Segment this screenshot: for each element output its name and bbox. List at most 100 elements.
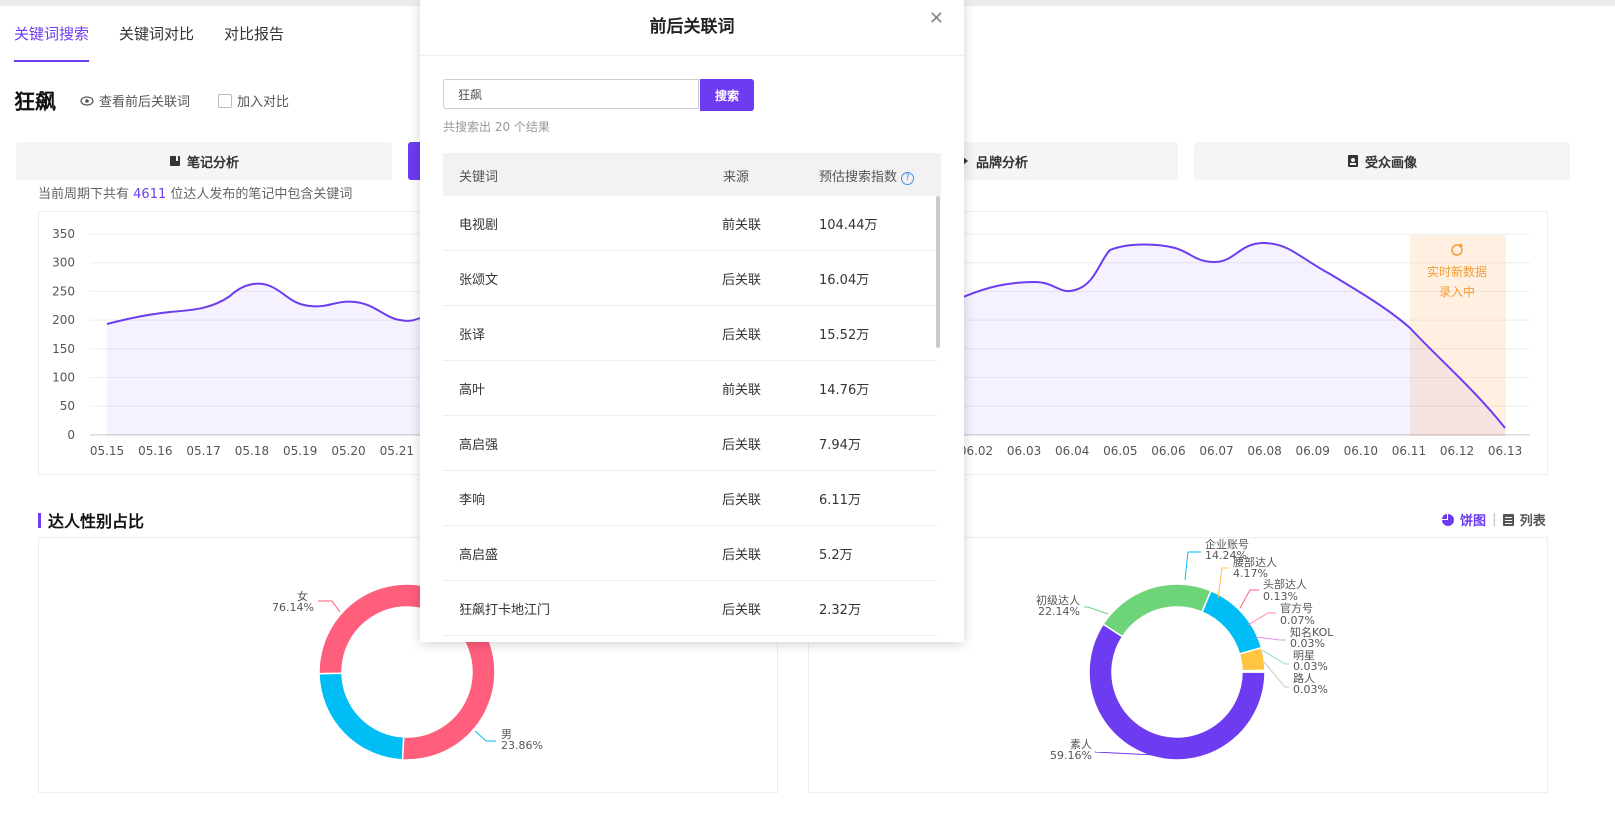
x-tick-label: 06.08 — [1247, 444, 1281, 458]
x-tick-label: 05.15 — [90, 444, 124, 458]
row-keyword: 高启强 — [459, 438, 499, 453]
label-leader-line — [1239, 589, 1259, 609]
keyword-title: 狂飙 — [14, 90, 56, 114]
table-row[interactable]: 张颂文 后关联 16.04万 — [443, 251, 937, 306]
female-value: 76.14% — [272, 601, 314, 614]
pie-chart-icon — [1442, 513, 1454, 526]
table-scrollbar[interactable] — [936, 196, 940, 348]
row-keyword: 张译 — [459, 328, 486, 343]
row-index: 2.32万 — [819, 603, 861, 618]
row-source: 后关联 — [722, 548, 762, 563]
row-source: 后关联 — [722, 273, 762, 288]
header-index[interactable]: 预估搜索指数? — [819, 166, 915, 185]
x-tick-label: 06.06 — [1151, 444, 1185, 458]
table-row[interactable]: 高启强 后关联 7.94万 — [443, 416, 937, 471]
row-keyword: 李响 — [459, 493, 486, 508]
type-value: 59.16% — [1050, 749, 1092, 762]
table-row[interactable]: 狂飙打卡地江门 后关联 2.32万 — [443, 581, 937, 636]
row-keyword: 张颂文 — [459, 273, 499, 288]
pie-toggle[interactable]: 饼图 — [1460, 510, 1486, 529]
note-analysis-button[interactable]: 笔记分析 — [16, 142, 392, 180]
header-keyword[interactable]: 关键词 — [459, 166, 498, 185]
list-toggle[interactable]: 列表 — [1520, 510, 1546, 529]
main-tabs: 关键词搜索 关键词对比 对比报告 — [14, 22, 284, 62]
y-tick-label: 300 — [52, 256, 75, 270]
row-index: 15.52万 — [819, 328, 870, 343]
gender-section-title-text: 达人性别占比 — [48, 512, 145, 531]
y-tick-label: 350 — [52, 227, 75, 241]
x-tick-label: 06.05 — [1103, 444, 1137, 458]
book-icon — [169, 156, 180, 166]
x-tick-label: 06.09 — [1296, 444, 1330, 458]
table-body: 电视剧 前关联 104.44万 张颂文 后关联 16.04万 张译 后关联 15.52万 高叶 前关… — [443, 196, 937, 636]
view-toggle: 饼图 | 列表 — [1442, 510, 1546, 529]
search-button[interactable]: 搜索 — [700, 79, 754, 111]
note-analysis-label: 笔记分析 — [186, 155, 239, 171]
row-index: 5.2万 — [819, 548, 853, 563]
brand-analysis-label: 品牌分析 — [976, 155, 1029, 171]
add-compare-option[interactable]: 加入对比 — [218, 91, 289, 110]
y-tick-label: 200 — [52, 313, 75, 327]
eye-icon — [80, 95, 94, 106]
label-leader-line — [1084, 606, 1109, 615]
x-tick-label: 06.13 — [1488, 444, 1522, 458]
list-icon — [1502, 513, 1514, 526]
checkbox[interactable] — [218, 93, 232, 108]
help-icon[interactable]: ? — [901, 172, 915, 185]
row-index: 7.94万 — [819, 438, 861, 453]
x-tick-label: 05.21 — [380, 444, 414, 458]
realtime-label-1: 实时新数据 — [1427, 264, 1487, 279]
audience-profile-button[interactable]: 受众画像 — [1194, 142, 1570, 180]
tab-keyword-search[interactable]: 关键词搜索 — [14, 22, 90, 62]
x-tick-label: 06.10 — [1344, 444, 1378, 458]
row-index: 16.04万 — [819, 273, 870, 288]
row-keyword: 狂飙打卡地江门 — [459, 603, 551, 618]
row-source: 后关联 — [722, 493, 762, 508]
view-related-label: 查看前后关联词 — [99, 95, 191, 110]
type-label: 头部达人 — [1263, 577, 1307, 591]
row-keyword: 电视剧 — [459, 218, 499, 233]
header-source[interactable]: 来源 — [723, 166, 749, 185]
brand-analysis-button[interactable]: 品牌分析 — [962, 142, 1178, 180]
y-tick-label: 100 — [52, 371, 75, 385]
table-row[interactable]: 高启盛 后关联 5.2万 — [443, 526, 937, 581]
table-row[interactable]: 张译 后关联 15.52万 — [443, 306, 937, 361]
type-value: 0.03% — [1293, 683, 1328, 696]
x-tick-label: 05.16 — [138, 444, 172, 458]
y-tick-label: 150 — [52, 342, 75, 356]
modal-divider — [420, 55, 964, 56]
y-tick-label: 50 — [60, 399, 75, 413]
row-index: 6.11万 — [819, 493, 861, 508]
row-source: 后关联 — [722, 603, 762, 618]
label-leader-line — [1217, 567, 1229, 599]
row-index: 104.44万 — [819, 218, 878, 233]
table-row[interactable]: 电视剧 前关联 104.44万 — [443, 196, 937, 251]
tab-keyword-compare[interactable]: 关键词对比 — [119, 22, 194, 62]
label-leader-line — [1263, 661, 1289, 688]
male-value: 23.86% — [501, 739, 543, 752]
label-leader-line — [1184, 551, 1201, 581]
table-row[interactable]: 高叶 前关联 14.76万 — [443, 361, 937, 416]
row-source: 后关联 — [722, 328, 762, 343]
x-tick-label: 05.18 — [235, 444, 269, 458]
label-leader-line — [1261, 649, 1289, 665]
table-row[interactable]: 李响 后关联 6.11万 — [443, 471, 937, 526]
x-tick-label: 06.07 — [1199, 444, 1233, 458]
gender-slice[interactable] — [318, 672, 405, 761]
tab-compare-report[interactable]: 对比报告 — [224, 22, 284, 62]
realtime-label-2: 录入中 — [1439, 284, 1475, 299]
related-words-modal: 前后关联词 ✕ 狂飙 搜索 共搜索出 20 个结果 关键词 来源 预估搜索指数?… — [420, 0, 964, 642]
search-input[interactable]: 狂飙 — [443, 79, 699, 109]
y-tick-label: 250 — [52, 284, 75, 298]
view-related-option[interactable]: 查看前后关联词 — [80, 91, 190, 110]
type-label: 官方号 — [1280, 601, 1313, 615]
type-value: 22.14% — [1038, 605, 1080, 618]
gender-section-title: 达人性别占比 — [38, 508, 144, 532]
row-index: 14.76万 — [819, 383, 870, 398]
type-slice[interactable] — [1102, 583, 1212, 638]
x-tick-label: 06.11 — [1392, 444, 1426, 458]
header-index-text: 预估搜索指数 — [819, 170, 898, 185]
close-icon[interactable]: ✕ — [929, 8, 944, 29]
result-count: 共搜索出 20 个结果 — [443, 120, 550, 134]
add-compare-label: 加入对比 — [237, 95, 290, 110]
